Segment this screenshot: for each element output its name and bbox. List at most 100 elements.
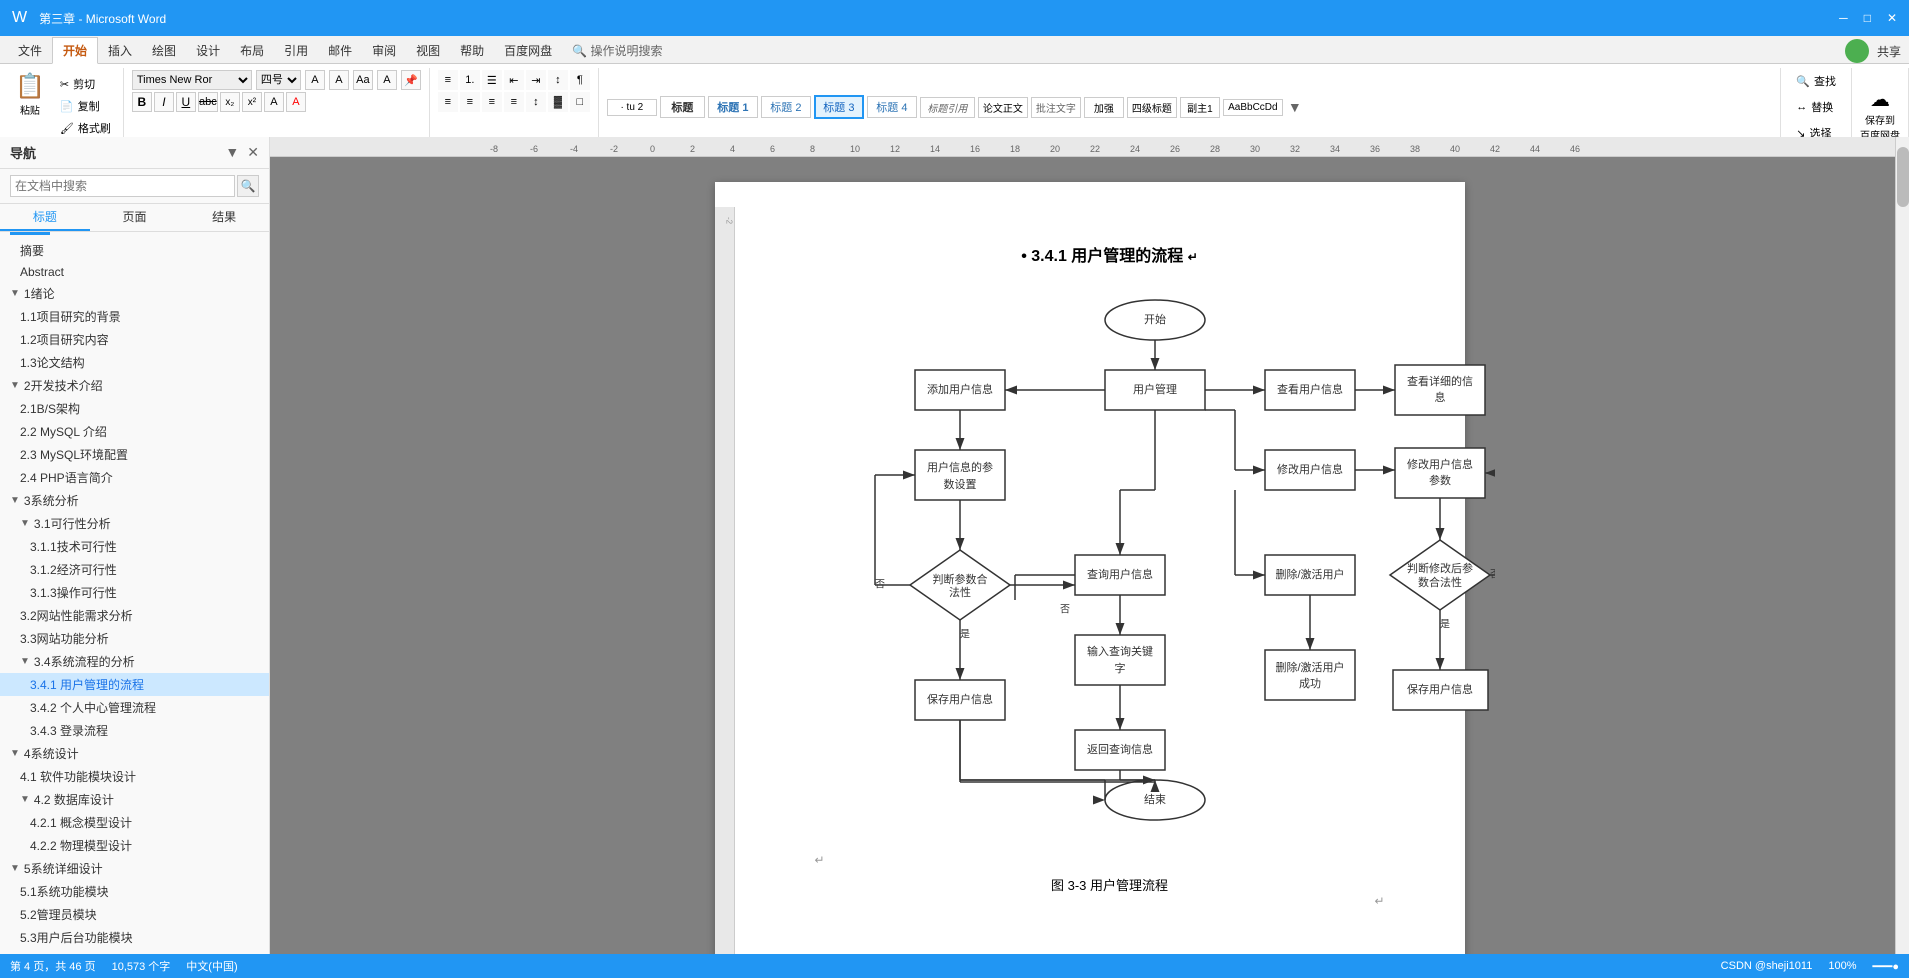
style-body[interactable]: 论文正文 <box>978 97 1028 118</box>
paste-btn[interactable]: 📋 粘贴 <box>8 70 52 142</box>
style-h1[interactable]: 标题 1 <box>708 96 758 118</box>
increase-font-btn[interactable]: A <box>305 70 325 90</box>
nav-item-abstract-en[interactable]: Abstract <box>0 262 269 282</box>
nav-item-sys-1-3[interactable]: 3.1.3操作可行性 <box>0 581 269 604</box>
underline-btn[interactable]: U <box>176 92 196 112</box>
nav-item-sys[interactable]: ▼3系统分析 <box>0 489 269 512</box>
nav-item-sys-4[interactable]: ▼3.4系统流程的分析 <box>0 650 269 673</box>
style-h4[interactable]: 标题 4 <box>867 96 917 118</box>
style-h4-level[interactable]: 四级标题 <box>1127 97 1177 118</box>
search-bar[interactable]: 🔍 操作说明搜索 <box>562 38 672 63</box>
tab-draw[interactable]: 绘图 <box>142 38 186 63</box>
tab-design[interactable]: 设计 <box>186 38 230 63</box>
italic-btn[interactable]: I <box>154 92 174 112</box>
copy-btn[interactable]: 📄 复制 <box>56 96 115 116</box>
nav-item-detail[interactable]: ▼5系统详细设计 <box>0 857 269 880</box>
shading-btn[interactable]: ▓ <box>548 92 568 112</box>
show-marks-btn[interactable]: ¶ <box>570 70 590 90</box>
tab-file[interactable]: 文件 <box>8 38 52 63</box>
style-h3[interactable]: 标题 3 <box>814 95 864 119</box>
nav-item-intro-3[interactable]: 1.3论文结构 <box>0 351 269 374</box>
nav-item-intro-2[interactable]: 1.2项目研究内容 <box>0 328 269 351</box>
document-page[interactable]: -2-111.51.81.922.12.22.32.42.62.833.23.4… <box>715 182 1465 954</box>
style-strong[interactable]: 加强 <box>1084 97 1124 118</box>
line-spacing-btn[interactable]: ↕ <box>526 92 546 112</box>
nav-item-tech-4[interactable]: 2.4 PHP语言简介 <box>0 466 269 489</box>
tab-help[interactable]: 帮助 <box>450 38 494 63</box>
style-quote[interactable]: 标题引用 <box>920 97 975 118</box>
bullet-list-btn[interactable]: ≡ <box>438 70 458 90</box>
outline-list-btn[interactable]: ☰ <box>482 70 502 90</box>
numbered-list-btn[interactable]: 1. <box>460 70 480 90</box>
nav-item-sys-1-2[interactable]: 3.1.2经济可行性 <box>0 558 269 581</box>
bold-btn[interactable]: B <box>132 92 152 112</box>
nav-item-detail-1[interactable]: 5.1系统功能模块 <box>0 880 269 903</box>
tab-baidu[interactable]: 百度网盘 <box>494 38 562 63</box>
font-name-select[interactable]: Times New Ror <box>132 70 252 90</box>
nav-item-intro[interactable]: ▼1绪论 <box>0 282 269 305</box>
sort-btn[interactable]: ↕ <box>548 70 568 90</box>
increase-indent-btn[interactable]: ⇥ <box>526 70 546 90</box>
nav-item-sys-3[interactable]: 3.3网站功能分析 <box>0 627 269 650</box>
zoom-slider[interactable]: ━━━● <box>1872 960 1899 973</box>
replace-btn[interactable]: ↔ 替换 <box>1789 96 1843 118</box>
nav-search-input[interactable] <box>10 175 235 197</box>
nav-item-design-2-1[interactable]: 4.2.1 概念模型设计 <box>0 811 269 834</box>
nav-item-sys-2[interactable]: 3.2网站性能需求分析 <box>0 604 269 627</box>
nav-item-abstract-zh[interactable]: 摘要 <box>0 239 269 262</box>
border-btn[interactable]: □ <box>570 92 590 112</box>
scroll-thumb[interactable] <box>1897 147 1909 207</box>
strikethrough-btn[interactable]: abc <box>198 92 218 112</box>
font-size-select[interactable]: 四号 <box>256 70 301 90</box>
tab-home[interactable]: 开始 <box>52 37 98 64</box>
find-btn[interactable]: 🔍 查找 <box>1789 70 1843 92</box>
format-brush-btn[interactable]: 🖌 格式刷 <box>56 118 115 138</box>
style-tu2[interactable]: · tu 2 <box>607 99 657 116</box>
share-btn[interactable]: 共享 <box>1877 43 1901 60</box>
tab-review[interactable]: 审阅 <box>362 38 406 63</box>
window-controls[interactable]: ─ □ ✕ <box>1839 11 1897 25</box>
clear-format-btn[interactable]: A <box>377 70 397 90</box>
tab-references[interactable]: 引用 <box>274 38 318 63</box>
nav-item-design[interactable]: ▼4系统设计 <box>0 742 269 765</box>
font-case-btn[interactable]: Aa <box>353 70 373 90</box>
align-right-btn[interactable]: ≡ <box>482 92 502 112</box>
nav-item-sys-4-2[interactable]: 3.4.2 个人中心管理流程 <box>0 696 269 719</box>
tab-view[interactable]: 视图 <box>406 38 450 63</box>
highlight-btn[interactable]: A <box>264 92 284 112</box>
style-heading[interactable]: 标题 <box>660 96 705 118</box>
pin-btn[interactable]: 📌 <box>401 70 421 90</box>
align-center-btn[interactable]: ≡ <box>460 92 480 112</box>
nav-item-sys-1-1[interactable]: 3.1.1技术可行性 <box>0 535 269 558</box>
tab-mail[interactable]: 邮件 <box>318 38 362 63</box>
style-more[interactable]: AaBbCcDd <box>1223 99 1283 116</box>
tab-layout[interactable]: 布局 <box>230 38 274 63</box>
style-h2[interactable]: 标题 2 <box>761 96 811 118</box>
nav-item-tech-2[interactable]: 2.2 MySQL 介绍 <box>0 420 269 443</box>
decrease-indent-btn[interactable]: ⇤ <box>504 70 524 90</box>
nav-tab-headings[interactable]: 标题 <box>0 204 90 231</box>
style-comment[interactable]: 批注文字 <box>1031 97 1081 118</box>
nav-item-tech-1[interactable]: 2.1B/S架构 <box>0 397 269 420</box>
font-color-btn[interactable]: A <box>286 92 306 112</box>
decrease-font-btn[interactable]: A <box>329 70 349 90</box>
nav-item-design-2[interactable]: ▼4.2 数据库设计 <box>0 788 269 811</box>
style-sub1[interactable]: 副主1 <box>1180 97 1220 118</box>
nav-item-design-2-2[interactable]: 4.2.2 物理模型设计 <box>0 834 269 857</box>
close-btn[interactable]: ✕ <box>1887 11 1897 25</box>
maximize-btn[interactable]: □ <box>1864 11 1871 25</box>
subscript-btn[interactable]: x₂ <box>220 92 240 112</box>
nav-item-tech[interactable]: ▼2开发技术介绍 <box>0 374 269 397</box>
nav-item-tech-3[interactable]: 2.3 MySQL环境配置 <box>0 443 269 466</box>
nav-tab-pages[interactable]: 页面 <box>90 204 180 231</box>
nav-item-detail-3[interactable]: 5.3用户后台功能模块 <box>0 926 269 949</box>
nav-item-detail-2[interactable]: 5.2管理员模块 <box>0 903 269 926</box>
nav-item-intro-1[interactable]: 1.1项目研究的背景 <box>0 305 269 328</box>
nav-close-btn[interactable]: ✕ <box>247 144 259 161</box>
nav-search-button[interactable]: 🔍 <box>237 175 259 197</box>
align-left-btn[interactable]: ≡ <box>438 92 458 112</box>
nav-expand-btn[interactable]: ▼ <box>225 144 239 161</box>
cut-btn[interactable]: ✂ 剪切 <box>56 74 115 94</box>
superscript-btn[interactable]: x² <box>242 92 262 112</box>
styles-scroll-down[interactable]: ▼ <box>1286 97 1304 117</box>
